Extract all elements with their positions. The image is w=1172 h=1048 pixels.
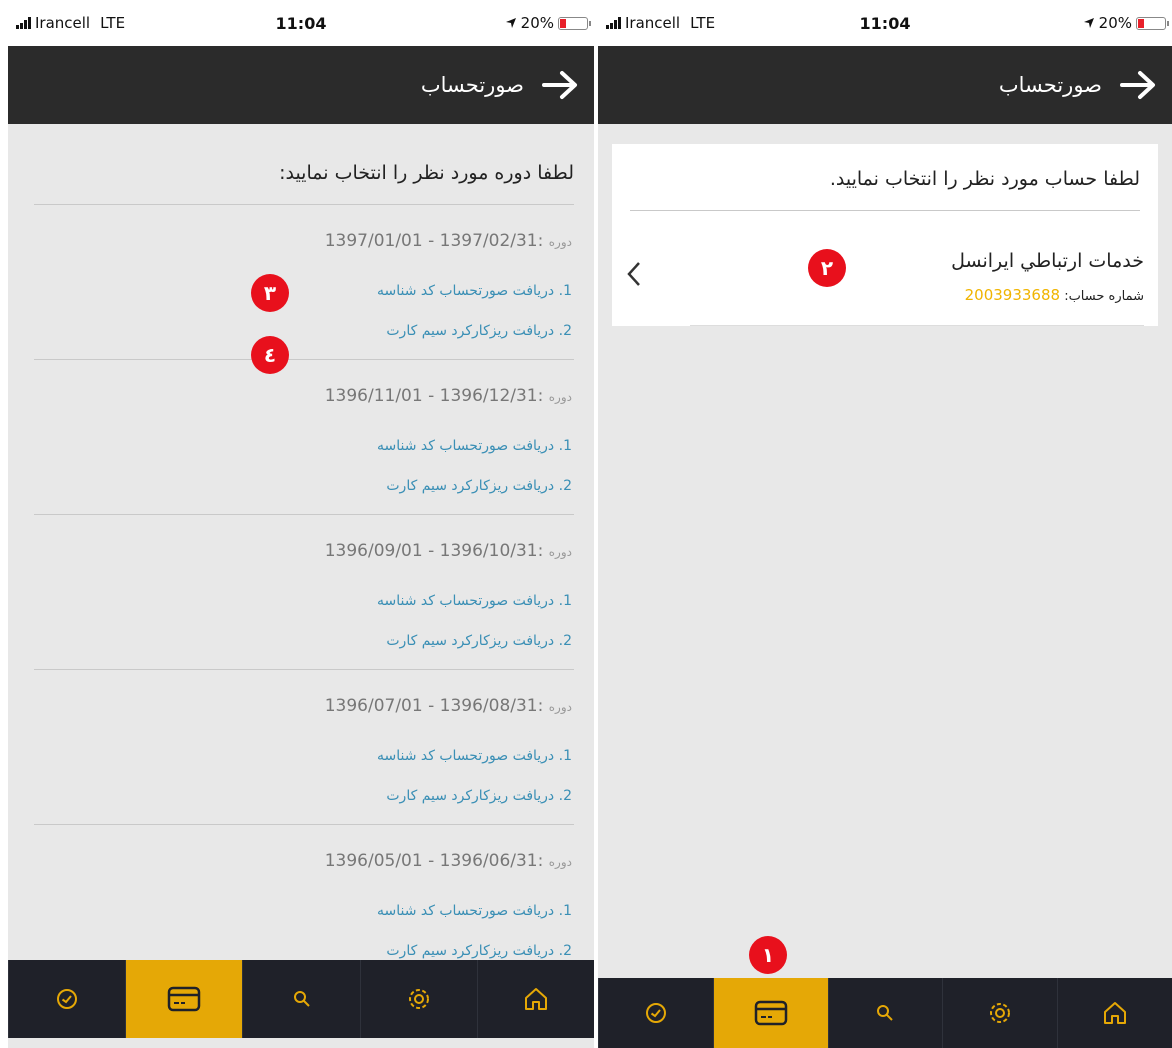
period-range: 1396/06/31 - 1396/05/01: [324, 851, 538, 871]
status-bar: Irancell LTE 11:04 20%: [598, 0, 1172, 46]
battery-icon: [1136, 16, 1169, 30]
download-usage-link[interactable]: 2. دریافت ریزکارکرد سیم کارت: [8, 633, 572, 651]
app-bar: صورتحساب: [8, 46, 594, 124]
battery-icon: [558, 16, 591, 30]
nav-services[interactable]: [359, 960, 477, 1038]
divider: [690, 325, 1144, 326]
account-number-label: شماره حساب:: [1064, 289, 1144, 304]
bottom-nav: [8, 960, 594, 1038]
nav-history[interactable]: [8, 960, 125, 1038]
location-icon: [505, 18, 516, 28]
period-range: 1396/10/31 - 1396/09/01: [324, 541, 538, 561]
location-icon: [1083, 18, 1094, 28]
chevron-left-icon[interactable]: [626, 260, 642, 292]
period-item: دوره :1396/08/31 - 1396/07/01 1. دریافت …: [8, 670, 594, 806]
card-icon: [754, 1000, 787, 1026]
account-name[interactable]: خدمات ارتباطي ايرانسل: [951, 250, 1144, 272]
nav-home[interactable]: [476, 960, 594, 1038]
home-icon: [1104, 1002, 1127, 1024]
account-number-value: 2003933688: [964, 286, 1061, 304]
nav-bill[interactable]: [125, 960, 243, 1038]
period-label: دوره: [548, 700, 572, 714]
download-bill-link[interactable]: 1. دریافت صورتحساب کد شناسه: [8, 283, 572, 301]
card-icon: [168, 986, 201, 1012]
clock-icon: [57, 989, 78, 1009]
period-item: دوره :1397/02/31 - 1397/01/01 1. دریافت …: [8, 205, 594, 341]
gear-icon: [990, 1003, 1011, 1023]
nav-search[interactable]: [242, 960, 359, 1038]
back-arrow-icon[interactable]: [1118, 65, 1158, 105]
download-usage-link[interactable]: 2. دریافت ریزکارکرد سیم کارت: [8, 943, 572, 961]
page-title: صورتحساب: [420, 73, 524, 97]
account-card: لطفا حساب مورد نظر را انتخاب نمایید. خدم…: [612, 144, 1158, 326]
download-usage-link[interactable]: 2. دریافت ریزکارکرد سیم کارت: [8, 788, 572, 806]
battery-percent: 20%: [520, 14, 554, 32]
page-title: صورتحساب: [998, 73, 1102, 97]
download-bill-link[interactable]: 1. دریافت صورتحساب کد شناسه: [8, 748, 572, 766]
period-range: 1396/08/31 - 1396/07/01: [324, 696, 538, 716]
download-bill-link[interactable]: 1. دریافت صورتحساب کد شناسه: [8, 593, 572, 611]
period-label: دوره: [548, 545, 572, 559]
account-prompt: لطفا حساب مورد نظر را انتخاب نمایید.: [829, 168, 1140, 190]
period-item: دوره :1396/12/31 - 1396/11/01 1. دریافت …: [8, 360, 594, 496]
nav-bill[interactable]: [712, 978, 828, 1048]
search-icon: [293, 991, 310, 1007]
annotation-badge-2: ٢: [808, 249, 846, 287]
download-usage-link[interactable]: 2. دریافت ریزکارکرد سیم کارت: [8, 478, 572, 496]
annotation-badge-4: ٤: [251, 336, 289, 374]
nav-search[interactable]: [827, 978, 943, 1048]
left-screen: Irancell LTE 11:04 20% صورتحساب لطفا دور…: [8, 0, 594, 1048]
period-item: دوره :1396/06/31 - 1396/05/01 1. دریافت …: [8, 825, 594, 961]
clock-icon: [645, 1003, 666, 1023]
back-arrow-icon[interactable]: [540, 65, 580, 105]
annotation-badge-1: ١: [749, 936, 787, 974]
period-list: لطفا دوره مورد نظر را انتخاب نمایید: دور…: [8, 124, 594, 970]
status-bar: Irancell LTE 11:04 20%: [8, 0, 594, 46]
download-usage-link[interactable]: 2. دریافت ریزکارکرد سیم کارت: [8, 323, 572, 341]
right-screen: Irancell LTE 11:04 20% صورتحساب لطفا حسا…: [598, 0, 1172, 1048]
bottom-nav: [598, 978, 1172, 1048]
battery-percent: 20%: [1098, 14, 1132, 32]
period-label: دوره: [548, 390, 572, 404]
period-prompt: لطفا دوره مورد نظر را انتخاب نمایید:: [279, 162, 574, 184]
nav-home[interactable]: [1057, 978, 1172, 1048]
download-bill-link[interactable]: 1. دریافت صورتحساب کد شناسه: [8, 438, 572, 456]
download-bill-link[interactable]: 1. دریافت صورتحساب کد شناسه: [8, 903, 572, 921]
nav-services[interactable]: [942, 978, 1057, 1048]
period-label: دوره: [548, 235, 572, 249]
divider: [630, 210, 1140, 211]
nav-history[interactable]: [598, 978, 713, 1048]
period-label: دوره: [548, 855, 572, 869]
period-range: 1397/02/31 - 1397/01/01: [324, 231, 538, 251]
app-bar: صورتحساب: [598, 46, 1172, 124]
gear-icon: [408, 989, 429, 1009]
search-icon: [877, 1005, 894, 1021]
period-range: 1396/12/31 - 1396/11/01: [324, 386, 538, 406]
annotation-badge-3: ٣: [251, 274, 289, 312]
home-icon: [524, 988, 547, 1010]
period-item: دوره :1396/10/31 - 1396/09/01 1. دریافت …: [8, 515, 594, 651]
account-number: شماره حساب: 2003933688: [965, 286, 1144, 304]
